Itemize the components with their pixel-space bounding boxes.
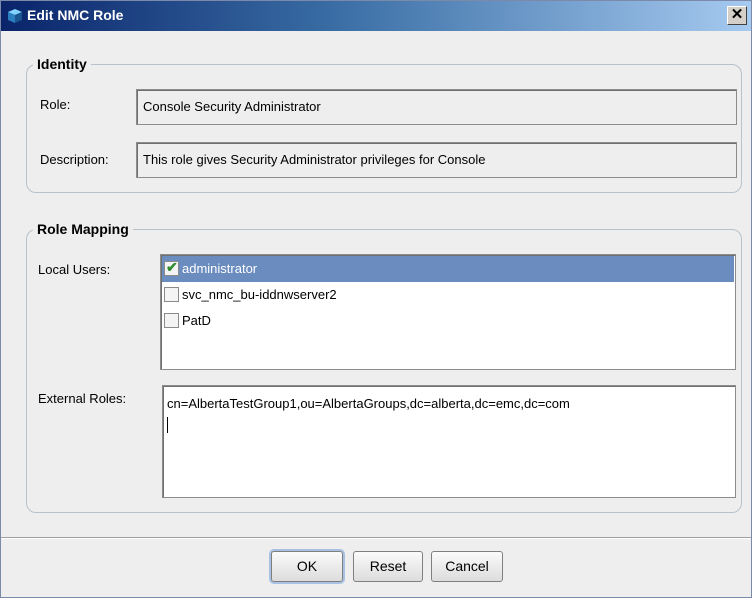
role-label: Role: — [40, 97, 71, 112]
external-roles-label: External Roles: — [38, 391, 127, 406]
user-name: svc_nmc_bu-iddnwserver2 — [182, 287, 337, 302]
ok-button[interactable]: OK — [271, 551, 343, 582]
local-users-label: Local Users: — [38, 262, 111, 277]
identity-legend: Identity — [37, 56, 87, 72]
user-checkbox[interactable]: ✔ — [164, 259, 179, 276]
app-cube-icon — [8, 9, 22, 23]
edit-role-dialog: Edit NMC Role ✕ Identity Role: Console S… — [0, 0, 752, 598]
checkmark-icon: ✔ — [166, 259, 178, 275]
list-item[interactable]: svc_nmc_bu-iddnwserver2 — [162, 282, 734, 308]
user-checkbox[interactable] — [164, 287, 179, 302]
role-field[interactable]: Console Security Administrator — [136, 89, 737, 125]
local-users-list[interactable]: ✔ administrator svc_nmc_bu-iddnwserver2 … — [160, 254, 736, 370]
button-separator — [1, 537, 751, 539]
external-roles-input[interactable]: cn=AlbertaTestGroup1,ou=AlbertaGroups,dc… — [162, 385, 736, 498]
description-value: This role gives Security Administrator p… — [143, 152, 486, 167]
external-roles-value: cn=AlbertaTestGroup1,ou=AlbertaGroups,dc… — [167, 396, 570, 411]
text-caret — [167, 417, 168, 433]
description-field[interactable]: This role gives Security Administrator p… — [136, 142, 737, 178]
reset-button[interactable]: Reset — [353, 551, 423, 582]
dialog-title: Edit NMC Role — [27, 7, 124, 23]
title-bar[interactable]: Edit NMC Role ✕ — [1, 1, 751, 31]
list-item[interactable]: ✔ administrator — [162, 256, 734, 282]
list-item[interactable]: PatD — [162, 308, 734, 334]
user-name: administrator — [182, 261, 258, 276]
cancel-button[interactable]: Cancel — [431, 551, 503, 582]
close-button[interactable]: ✕ — [727, 6, 747, 25]
role-value: Console Security Administrator — [143, 99, 321, 114]
user-checkbox[interactable] — [164, 313, 179, 328]
description-label: Description: — [40, 152, 109, 167]
user-name: PatD — [182, 313, 211, 328]
role-mapping-legend: Role Mapping — [37, 221, 129, 237]
close-icon: ✕ — [730, 6, 744, 23]
